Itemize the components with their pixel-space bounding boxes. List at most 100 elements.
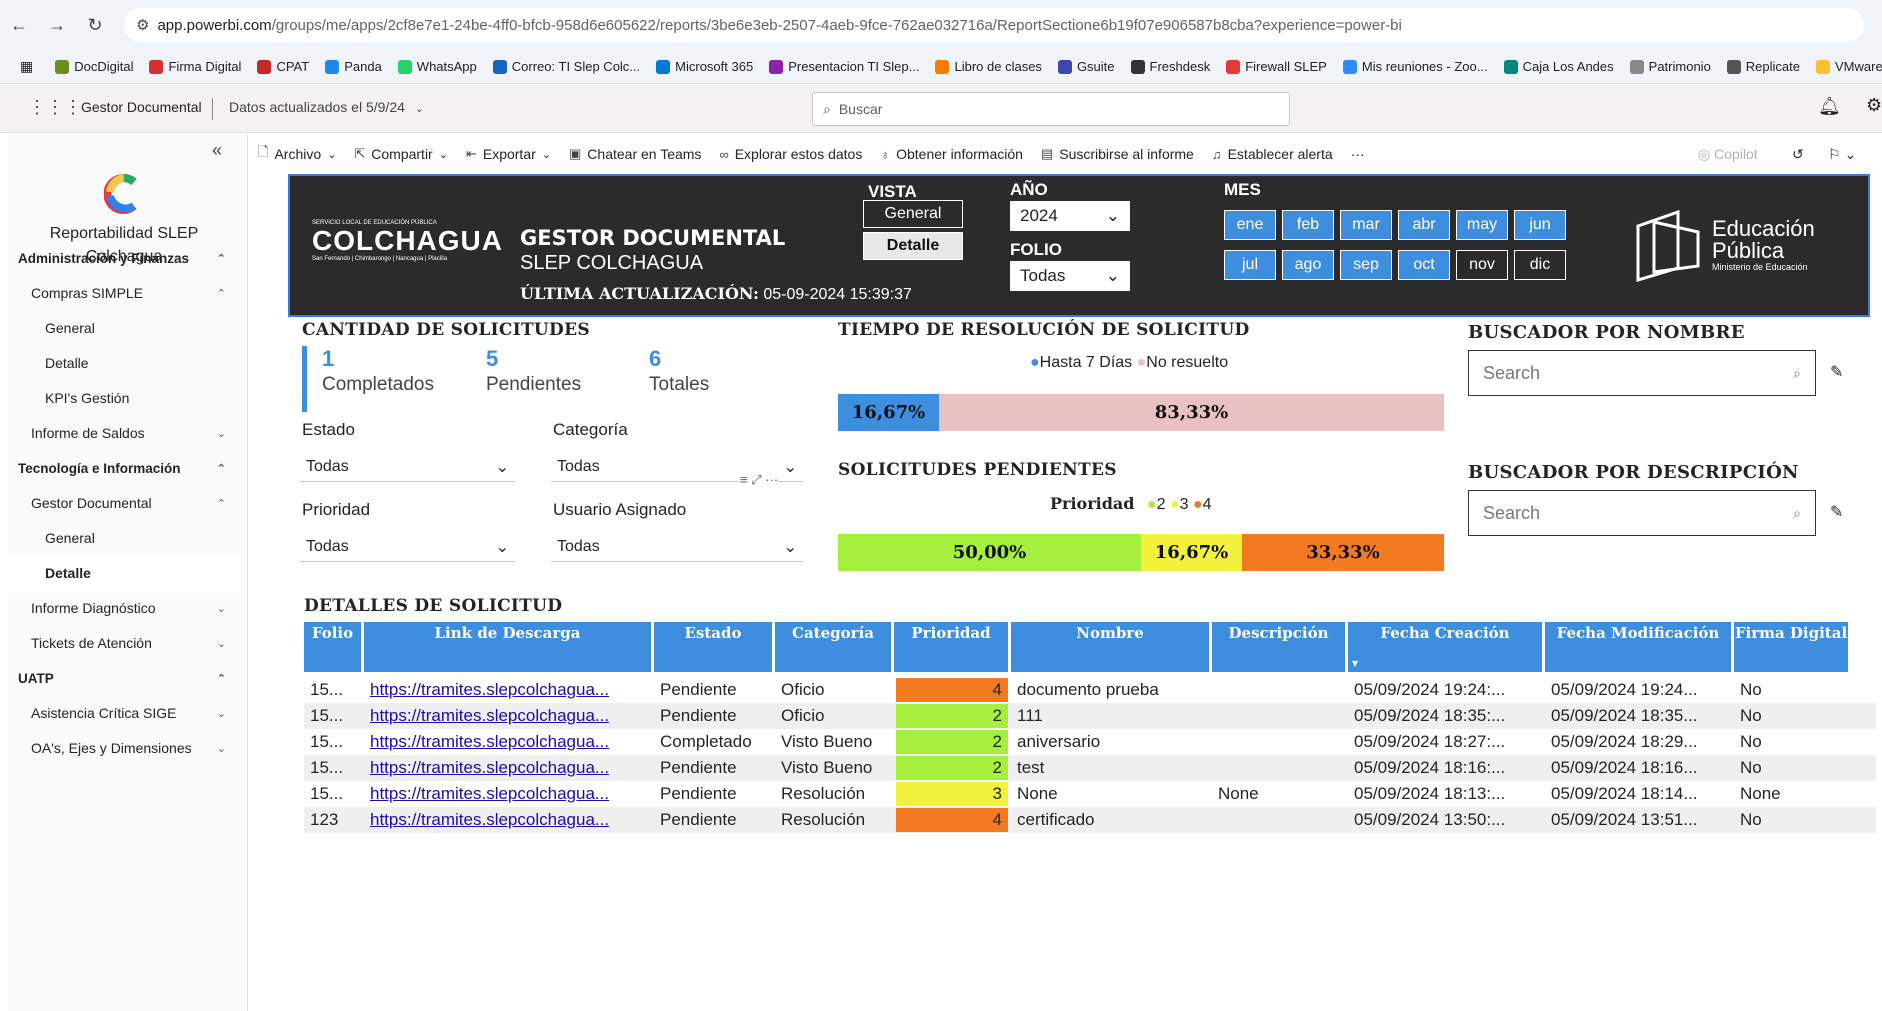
column-header-firma[interactable]: Firma Digital (1734, 622, 1851, 672)
archivo-menu[interactable]: 🗋 Archivo ⌄ (258, 143, 336, 165)
table-row[interactable]: 123 https://tramites.slepcolchagua... Pend… (304, 807, 1876, 833)
pendientes-bar-p4[interactable]: 33,33% (1242, 534, 1444, 571)
column-header-estado[interactable]: Estado (654, 622, 775, 672)
sidebar-item[interactable]: Detalle (8, 553, 240, 593)
suscribirse-button[interactable]: ▤ Suscribirse al informe (1041, 146, 1194, 162)
bookmark-item[interactable]: Patrimonio (1629, 59, 1711, 74)
bookmark-item[interactable]: Libro de clases (935, 59, 1042, 74)
compartir-menu[interactable]: ⇱ Compartir ⌄ (354, 146, 448, 162)
bookmark-icon[interactable]: ⚐ ⌄ (1828, 146, 1856, 163)
reload-icon[interactable]: ↻ (76, 15, 114, 36)
column-header-categoria[interactable]: Categoría (775, 622, 894, 672)
exportar-menu[interactable]: ⇤ Exportar ⌄ (466, 146, 551, 162)
buscador-descripcion-input[interactable]: Search ⌕ (1468, 490, 1816, 536)
site-info-icon[interactable]: ⚙ (136, 16, 149, 34)
column-header-prioridad[interactable]: Prioridad (894, 622, 1011, 672)
download-link[interactable]: https://tramites.slepcolchagua... (364, 703, 654, 729)
download-link[interactable]: https://tramites.slepcolchagua... (364, 677, 654, 703)
table-row[interactable]: 15... https://tramites.slepcolchagua... Pe… (304, 677, 1876, 703)
bookmark-item[interactable]: Caja Los Andes (1503, 59, 1614, 74)
bookmark-item[interactable]: Firewall SLEP (1226, 59, 1327, 74)
bookmark-item[interactable]: Panda (325, 59, 382, 74)
vista-detalle-button[interactable]: Detalle (863, 232, 963, 260)
bookmark-item[interactable]: VMware (1816, 59, 1882, 74)
eraser-icon[interactable]: ✎ (1830, 502, 1843, 522)
bookmark-item[interactable]: Freshdesk (1130, 59, 1210, 74)
month-button-abr[interactable]: abr (1398, 210, 1450, 240)
sidebar-item[interactable]: Asistencia Crítica SIGE ⌄ (8, 693, 240, 733)
sidebar-item[interactable]: Informe de Saldos ⌄ (8, 413, 240, 453)
month-button-dic[interactable]: dic (1514, 250, 1566, 280)
search-input[interactable]: ⌕ Buscar (812, 92, 1290, 126)
chatear-button[interactable]: ▣ Chatear en Teams (569, 146, 701, 162)
collapse-nav-icon[interactable]: « (212, 140, 222, 161)
anio-dropdown[interactable]: 2024 ⌄ (1010, 201, 1130, 231)
sidebar-item[interactable]: Compras SIMPLE ⌃ (8, 273, 240, 313)
prioridad-dropdown[interactable]: Todas ⌄ (300, 532, 515, 562)
bookmark-item[interactable]: Firma Digital (149, 59, 241, 74)
bell-icon[interactable]: 🔔︎ (1818, 96, 1841, 117)
month-button-ene[interactable]: ene (1224, 210, 1276, 240)
sidebar-item[interactable]: General (8, 308, 240, 348)
sidebar-item[interactable]: OA's, Ejes y Dimensiones ⌄ (8, 728, 240, 768)
month-button-feb[interactable]: feb (1282, 210, 1334, 240)
download-link[interactable]: https://tramites.slepcolchagua... (364, 781, 654, 807)
month-button-ago[interactable]: ago (1282, 250, 1334, 280)
pendientes-bar-p2[interactable]: 50,00% (838, 534, 1141, 571)
pendientes-bar-p3[interactable]: 16,67% (1141, 534, 1242, 571)
month-button-oct[interactable]: oct (1398, 250, 1450, 280)
month-button-jun[interactable]: jun (1514, 210, 1566, 240)
buscador-nombre-input[interactable]: Search ⌕ (1468, 350, 1816, 396)
copilot-button[interactable]: ◎ Copilot (1698, 146, 1758, 163)
table-row[interactable]: 15... https://tramites.slepcolchagua... Co… (304, 729, 1876, 755)
bookmark-item[interactable]: Correo: TI Slep Colc... (492, 59, 640, 74)
column-header-folio[interactable]: Folio (304, 622, 364, 672)
obtener-button[interactable]: ♁ Obtener información (880, 146, 1023, 162)
table-row[interactable]: 15... https://tramites.slepcolchagua... Pe… (304, 703, 1876, 729)
reset-icon[interactable]: ↺ (1792, 146, 1804, 163)
column-header-creacion[interactable]: Fecha Creación (1348, 622, 1545, 672)
bookmark-item[interactable]: Presentacion TI Slep... (769, 59, 919, 74)
forward-icon[interactable]: → (38, 15, 76, 36)
bookmark-item[interactable]: Microsoft 365 (656, 59, 753, 74)
bookmark-item[interactable]: WhatsApp (397, 59, 477, 74)
estado-dropdown[interactable]: Todas ⌄ (300, 452, 515, 482)
more-button[interactable]: ··· (1351, 146, 1365, 162)
column-header-link[interactable]: Link de Descarga (364, 622, 654, 672)
month-button-mar[interactable]: mar (1340, 210, 1392, 240)
visual-header-icons[interactable]: ≡ ⤢ ··· (740, 472, 779, 488)
bookmark-item[interactable]: Mis reuniones - Zoo... (1342, 59, 1488, 74)
month-button-may[interactable]: may (1456, 210, 1508, 240)
url-field[interactable]: ⚙ app.powerbi.com/groups/me/apps/2cf8e7e… (124, 8, 1864, 42)
table-row[interactable]: 15... https://tramites.slepcolchagua... Pe… (304, 755, 1876, 781)
sidebar-item[interactable]: Tecnología e Información ⌃ (8, 448, 240, 488)
folio-dropdown[interactable]: Todas ⌄ (1010, 261, 1130, 291)
apps-grid-icon[interactable]: ▦ (20, 58, 33, 75)
tiempo-bar-hasta7[interactable]: 16,67% (838, 394, 939, 431)
sidebar-item[interactable]: Administración y Finanzas ⌃ (8, 238, 240, 278)
gear-icon[interactable]: ⚙ (1866, 95, 1882, 116)
explorar-button[interactable]: ∞ Explorar estos datos (719, 146, 862, 162)
download-link[interactable]: https://tramites.slepcolchagua... (364, 729, 654, 755)
sort-desc-icon[interactable]: ▾ (1352, 656, 1358, 670)
month-button-nov[interactable]: nov (1456, 250, 1508, 280)
column-header-modificacion[interactable]: Fecha Modificación (1545, 622, 1734, 672)
sidebar-item[interactable]: Detalle (8, 343, 240, 383)
usuario-dropdown[interactable]: Todas ⌄ (551, 532, 803, 562)
bookmark-item[interactable]: CPAT (257, 59, 309, 74)
sidebar-item[interactable]: UATP ⌃ (8, 658, 240, 698)
sidebar-item[interactable]: Tickets de Atención ⌄ (8, 623, 240, 663)
sidebar-item[interactable]: Gestor Documental ⌃ (8, 483, 240, 523)
download-link[interactable]: https://tramites.slepcolchagua... (364, 755, 654, 781)
month-button-jul[interactable]: jul (1224, 250, 1276, 280)
back-icon[interactable]: ← (0, 15, 38, 36)
app-name[interactable]: Gestor Documental (81, 99, 202, 115)
sidebar-item[interactable]: Informe Diagnóstico ⌄ (8, 588, 240, 628)
alerta-button[interactable]: ♫ Establecer alerta (1212, 146, 1333, 162)
table-row[interactable]: 15... https://tramites.slepcolchagua... Pe… (304, 781, 1876, 807)
bookmark-item[interactable]: Replicate (1726, 59, 1800, 74)
bookmark-item[interactable]: DocDigital (55, 59, 133, 74)
data-updated[interactable]: Datos actualizados el 5/9/24 ⌄ (229, 99, 424, 115)
sidebar-item[interactable]: KPI's Gestión (8, 378, 240, 418)
column-header-nombre[interactable]: Nombre (1011, 622, 1212, 672)
